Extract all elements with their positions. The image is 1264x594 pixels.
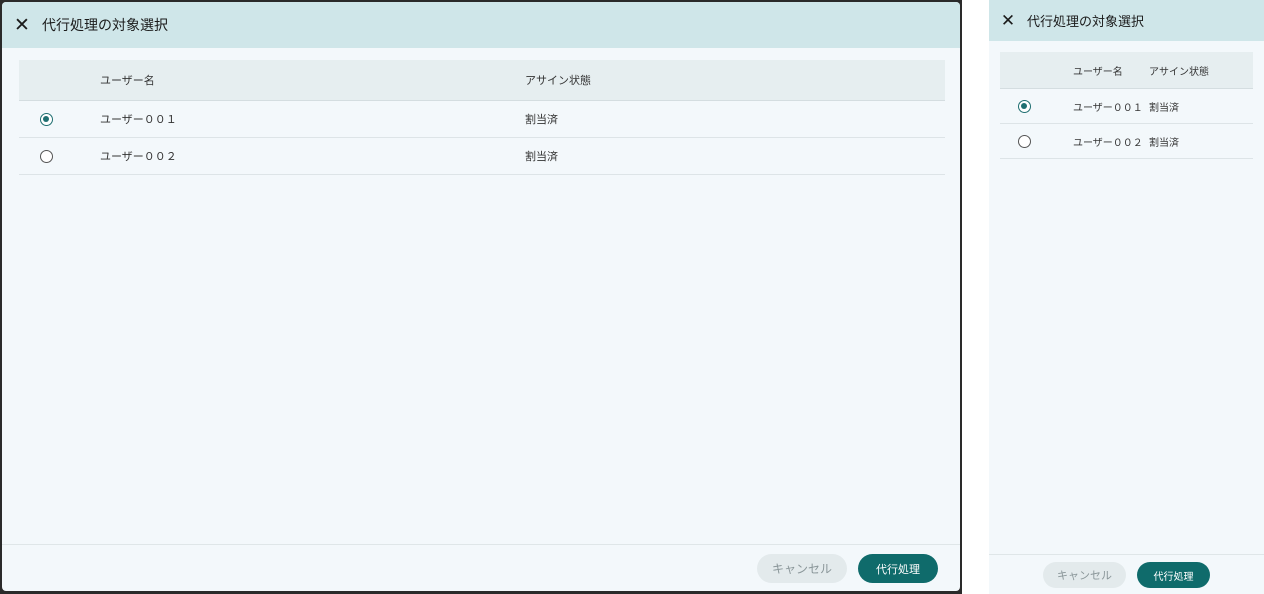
- table-header: ユーザー名 アサイン状態: [1000, 52, 1253, 89]
- column-header-user-name: ユーザー名: [100, 74, 155, 87]
- proxy-target-dialog-large: ✕ 代行処理の対象選択 ユーザー名 アサイン状態 ユーザー００１ 割当済 ユーザ…: [0, 0, 962, 594]
- screenshot-stage: ✕ 代行処理の対象選択 ユーザー名 アサイン状態 ユーザー００１ 割当済 ユーザ…: [0, 0, 1264, 594]
- radio-button-selected[interactable]: [1017, 99, 1031, 113]
- user-name-cell: ユーザー００１: [1073, 102, 1143, 114]
- proxy-process-button[interactable]: 代行処理: [858, 554, 938, 583]
- column-header-assign-status: アサイン状態: [525, 74, 591, 87]
- column-header-assign-status: アサイン状態: [1149, 66, 1209, 78]
- table-row[interactable]: ユーザー００２ 割当済: [19, 138, 945, 175]
- row-select-cell: [1000, 134, 1048, 148]
- radio-button-selected[interactable]: [39, 112, 53, 126]
- table-row[interactable]: ユーザー００１ 割当済: [19, 101, 945, 138]
- close-icon[interactable]: ✕: [989, 0, 1027, 41]
- user-name-cell: ユーザー００２: [100, 150, 177, 163]
- row-select-cell: [19, 149, 73, 163]
- column-header-user-name: ユーザー名: [1073, 66, 1123, 78]
- table-header: ユーザー名 アサイン状態: [19, 60, 945, 101]
- dialog-header: ✕ 代行処理の対象選択: [2, 2, 960, 48]
- radio-button[interactable]: [1017, 134, 1031, 148]
- assign-status-cell: 割当済: [525, 150, 558, 163]
- user-name-cell: ユーザー００１: [100, 113, 177, 126]
- dialog-footer: キャンセル 代行処理: [2, 544, 960, 591]
- table-row[interactable]: ユーザー００２ 割当済: [1000, 124, 1253, 159]
- radio-button[interactable]: [39, 149, 53, 163]
- dialog-panel: ✕ 代行処理の対象選択 ユーザー名 アサイン状態 ユーザー００１ 割当済 ユーザ…: [2, 2, 960, 591]
- dialog-header: ✕ 代行処理の対象選択: [989, 0, 1264, 41]
- assign-status-cell: 割当済: [525, 113, 558, 126]
- dialog-title: 代行処理の対象選択: [42, 18, 168, 34]
- proxy-target-dialog-small: ✕ 代行処理の対象選択 ユーザー名 アサイン状態 ユーザー００１ 割当済 ユーザ…: [989, 0, 1264, 594]
- proxy-process-button[interactable]: 代行処理: [1137, 562, 1210, 588]
- cancel-button[interactable]: キャンセル: [1043, 562, 1126, 588]
- user-table: ユーザー名 アサイン状態 ユーザー００１ 割当済 ユーザー００２ 割当済: [19, 60, 945, 175]
- user-name-cell: ユーザー００２: [1073, 137, 1143, 149]
- assign-status-cell: 割当済: [1149, 102, 1179, 114]
- dialog-footer: キャンセル 代行処理: [989, 554, 1264, 594]
- dialog-title: 代行処理の対象選択: [1027, 15, 1145, 30]
- close-icon[interactable]: ✕: [2, 2, 42, 48]
- cancel-button[interactable]: キャンセル: [757, 554, 847, 583]
- table-row[interactable]: ユーザー００１ 割当済: [1000, 89, 1253, 124]
- user-table: ユーザー名 アサイン状態 ユーザー００１ 割当済 ユーザー００２ 割当済: [1000, 52, 1253, 159]
- row-select-cell: [1000, 99, 1048, 113]
- row-select-cell: [19, 112, 73, 126]
- assign-status-cell: 割当済: [1149, 137, 1179, 149]
